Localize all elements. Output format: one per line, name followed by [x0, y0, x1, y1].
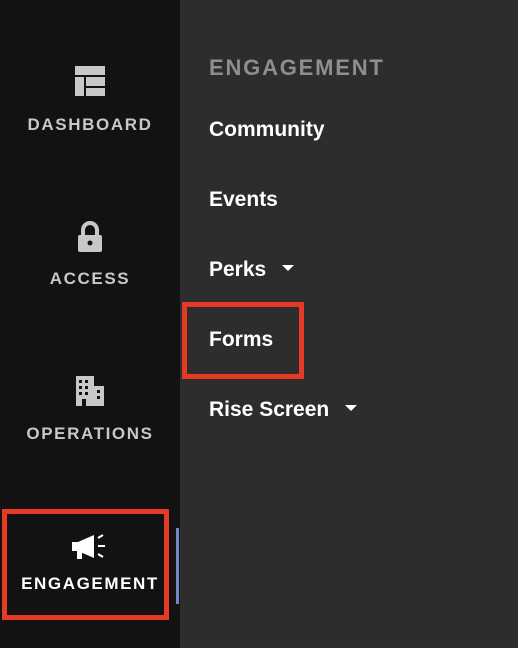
panel-title: ENGAGEMENT [209, 55, 385, 80]
rail-item-access[interactable]: ACCESS [0, 220, 180, 289]
highlight-box-engagement [2, 509, 169, 620]
lock-icon [78, 221, 102, 252]
menu-item-label: Events [209, 188, 278, 211]
rail-label-access: ACCESS [49, 269, 131, 288]
menu-item-events[interactable]: Events [209, 188, 278, 212]
menu-item-perks[interactable]: Perks [209, 258, 295, 282]
rail-item-dashboard[interactable]: DASHBOARD [0, 64, 180, 135]
menu-item-community[interactable]: Community [209, 118, 325, 142]
caret-down-icon [282, 265, 295, 272]
rail-label-operations: OPERATIONS [26, 424, 154, 443]
dashboard-icon [75, 66, 105, 96]
side-rail: DASHBOARD ACCESS OPERATIONS ENGAGEMENT [0, 0, 180, 648]
caret-down-icon [345, 405, 358, 412]
highlight-box-forms [182, 302, 304, 379]
active-indicator [176, 528, 179, 604]
rail-item-operations[interactable]: OPERATIONS [0, 374, 180, 444]
building-icon [76, 376, 104, 406]
menu-item-label: Rise Screen [209, 398, 330, 421]
menu-item-label: Perks [209, 258, 267, 281]
menu-item-label: Community [209, 118, 325, 141]
menu-item-rise-screen[interactable]: Rise Screen [209, 398, 358, 422]
rail-label-dashboard: DASHBOARD [27, 115, 153, 134]
submenu-panel: ENGAGEMENT Community Events Perks Forms … [180, 0, 518, 648]
